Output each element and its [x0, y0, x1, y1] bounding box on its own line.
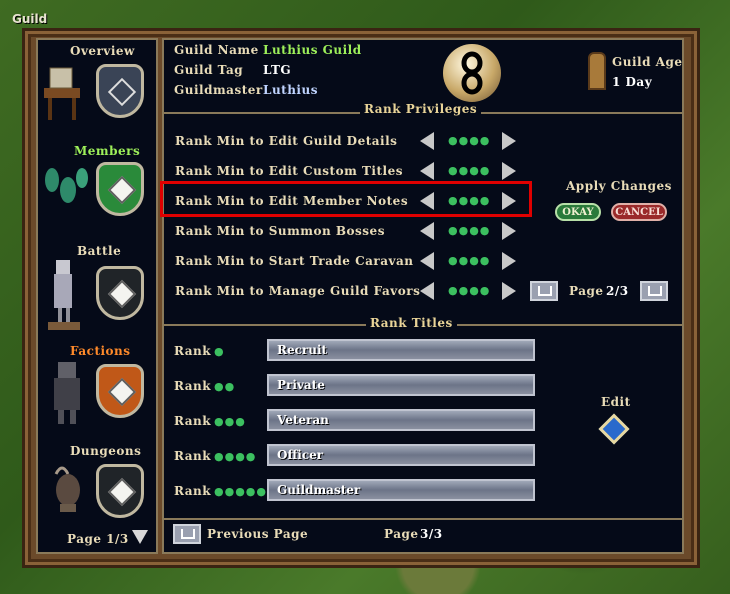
rank-title-field[interactable]: Officer — [267, 444, 535, 466]
footer-page-value: 3/3 — [420, 527, 443, 541]
divider — [162, 518, 684, 520]
rank-dots: ●●●● — [448, 254, 491, 267]
privilege-row-label: Rank Min to Manage Guild Favors — [175, 284, 421, 298]
rank-dots: ●●● — [214, 415, 246, 428]
rank-titles-header: Rank Titles — [366, 316, 457, 330]
sidebar-page-indicator: Page 1/3 — [67, 532, 129, 546]
decrease-rank-button[interactable] — [420, 132, 434, 150]
sidebar-item-dungeons-label: Dungeons — [70, 444, 142, 458]
window-title: Guild — [12, 12, 48, 26]
guild-age-label: Guild Age — [612, 55, 683, 69]
okay-button[interactable]: OKAY — [555, 203, 601, 221]
privilege-row-label: Rank Min to Edit Guild Details — [175, 134, 398, 148]
sidebar-item-factions[interactable] — [96, 364, 144, 418]
check-icon — [107, 77, 137, 107]
guildmaster-value: Luthius — [263, 83, 318, 97]
rank-title-field[interactable]: Veteran — [267, 409, 535, 431]
rank-title-field[interactable]: Private — [267, 374, 535, 396]
guild-tag-value: LTG — [263, 63, 292, 77]
diamond-icon — [107, 175, 137, 205]
guild-name-label: Guild Name — [174, 43, 259, 57]
edit-label: Edit — [601, 395, 631, 409]
rank-label: Rank — [174, 414, 212, 428]
decrease-rank-button[interactable] — [420, 162, 434, 180]
sidebar-item-dungeons[interactable] — [96, 464, 144, 518]
apply-changes-label: Apply Changes — [566, 179, 672, 193]
previous-page-label: Previous Page — [207, 527, 309, 541]
members-figures-icon — [40, 160, 88, 230]
increase-rank-button[interactable] — [502, 282, 516, 300]
rank-dots: ●●●● — [214, 450, 257, 463]
privilege-row-label: Rank Min to Start Trade Caravan — [175, 254, 414, 268]
diamond-icon — [107, 279, 137, 309]
privileges-prev-page-button[interactable] — [530, 281, 558, 301]
guild-tag-label: Guild Tag — [174, 63, 244, 77]
rank-label: Rank — [174, 449, 212, 463]
cancel-button[interactable]: CANCEL — [611, 203, 667, 221]
decrease-rank-button[interactable] — [420, 252, 434, 270]
privileges-next-page-button[interactable] — [640, 281, 668, 301]
sidebar-item-members-label: Members — [74, 144, 141, 158]
guild-name-value: Luthius Guild — [263, 43, 362, 57]
rank-title-field[interactable]: Guildmaster — [267, 479, 535, 501]
privilege-row-label: Rank Min to Summon Bosses — [175, 224, 385, 238]
guildmaster-label: Guildmaster — [174, 83, 263, 97]
factions-warrior-icon — [48, 360, 92, 430]
rank-privileges-header: Rank Privileges — [360, 102, 482, 116]
rank-label: Rank — [174, 484, 212, 498]
privileges-page-label: Page — [569, 284, 604, 298]
increase-rank-button[interactable] — [502, 162, 516, 180]
overview-desk-icon — [40, 62, 84, 132]
battle-knight-icon — [44, 256, 88, 330]
diamond-icon — [107, 377, 137, 407]
guild-emblem-icon — [443, 44, 501, 102]
sidebar-item-factions-label: Factions — [70, 344, 131, 358]
rank-dots: ●●●● — [448, 134, 491, 147]
diamond-icon — [107, 477, 137, 507]
decrease-rank-button[interactable] — [420, 222, 434, 240]
privileges-page-value: 2/3 — [606, 284, 629, 298]
sidebar-item-members[interactable] — [96, 162, 144, 216]
rank-label: Rank — [174, 379, 212, 393]
footer-page-label: Page — [384, 527, 419, 541]
privilege-row-label: Rank Min to Edit Custom Titles — [175, 164, 403, 178]
guild-age-door-icon — [588, 52, 606, 90]
increase-rank-button[interactable] — [502, 252, 516, 270]
previous-page-button[interactable] — [173, 524, 201, 544]
rank-dots: ●● — [214, 380, 236, 393]
sidebar-item-overview[interactable] — [96, 64, 144, 118]
sidebar-page-down-button[interactable] — [132, 530, 148, 544]
rank-dots: ●●●● — [448, 164, 491, 177]
rank-label: Rank — [174, 344, 212, 358]
increase-rank-button[interactable] — [502, 132, 516, 150]
sidebar-item-overview-label: Overview — [70, 44, 135, 58]
guild-age-value: 1 Day — [612, 75, 653, 89]
rank-dots: ●●●● — [448, 224, 491, 237]
dungeons-creature-icon — [48, 460, 92, 530]
highlight-box — [160, 181, 532, 217]
rank-title-field[interactable]: Recruit — [267, 339, 535, 361]
rank-dots: ●●●● — [448, 284, 491, 297]
rank-dots: ● — [214, 345, 225, 358]
increase-rank-button[interactable] — [502, 222, 516, 240]
rank-dots: ●●●●● — [214, 485, 267, 498]
decrease-rank-button[interactable] — [420, 282, 434, 300]
sidebar-item-battle[interactable] — [96, 266, 144, 320]
